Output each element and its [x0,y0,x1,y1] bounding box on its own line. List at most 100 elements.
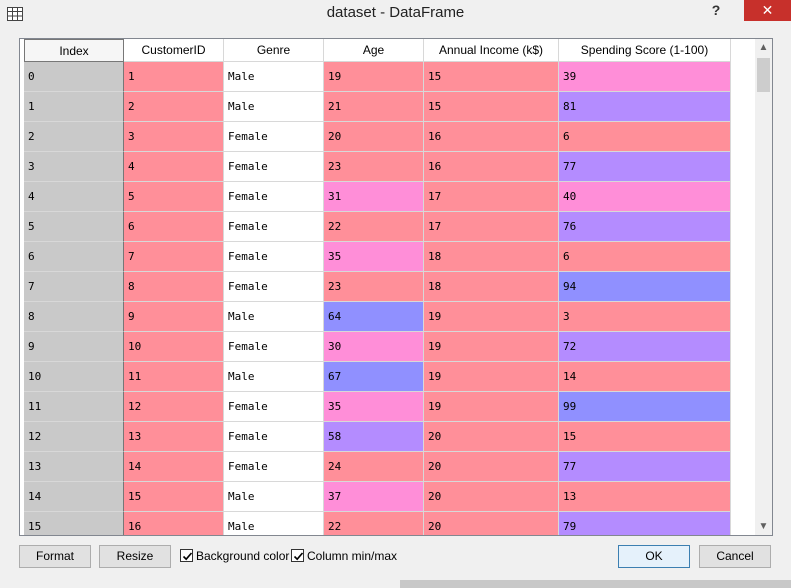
cell-age[interactable]: 22 [324,512,424,535]
cell-index[interactable]: 9 [24,332,124,362]
cell-customerid[interactable]: 2 [124,92,224,122]
cell-index[interactable]: 11 [24,392,124,422]
cell-customerid[interactable]: 16 [124,512,224,535]
cell-index[interactable]: 0 [24,62,124,92]
cell-age[interactable]: 67 [324,362,424,392]
cell-customerid[interactable]: 15 [124,482,224,512]
table-row[interactable]: 7 8 Female 23 18 94 [20,272,755,302]
table-row[interactable]: 11 12 Female 35 19 99 [20,392,755,422]
cell-annual-income[interactable]: 17 [424,212,559,242]
cell-index[interactable]: 13 [24,452,124,482]
cell-annual-income[interactable]: 19 [424,392,559,422]
cell-annual-income[interactable]: 17 [424,182,559,212]
cell-spending-score[interactable]: 13 [559,482,731,512]
cell-age[interactable]: 23 [324,272,424,302]
cell-age[interactable]: 23 [324,152,424,182]
cell-spending-score[interactable]: 81 [559,92,731,122]
cell-annual-income[interactable]: 20 [424,482,559,512]
check-icon[interactable] [291,549,304,562]
table-row[interactable]: 9 10 Female 30 19 72 [20,332,755,362]
cell-spending-score[interactable]: 6 [559,122,731,152]
cell-age[interactable]: 20 [324,122,424,152]
background-color-checkbox[interactable]: Background color [180,548,289,564]
ok-button[interactable]: OK [618,545,690,568]
header-genre[interactable]: Genre [224,39,324,62]
format-button[interactable]: Format [19,545,91,568]
cell-annual-income[interactable]: 18 [424,272,559,302]
cell-genre[interactable]: Female [224,422,324,452]
cell-annual-income[interactable]: 19 [424,302,559,332]
cell-index[interactable]: 10 [24,362,124,392]
cell-spending-score[interactable]: 40 [559,182,731,212]
cell-age[interactable]: 21 [324,92,424,122]
cell-spending-score[interactable]: 99 [559,392,731,422]
cell-annual-income[interactable]: 19 [424,362,559,392]
cell-index[interactable]: 4 [24,182,124,212]
cell-customerid[interactable]: 7 [124,242,224,272]
cell-annual-income[interactable]: 20 [424,422,559,452]
cell-genre[interactable]: Male [224,512,324,535]
cell-annual-income[interactable]: 18 [424,242,559,272]
cell-annual-income[interactable]: 16 [424,152,559,182]
cell-annual-income[interactable]: 16 [424,122,559,152]
cell-genre[interactable]: Male [224,302,324,332]
cell-genre[interactable]: Male [224,362,324,392]
cell-annual-income[interactable]: 20 [424,512,559,535]
table-row[interactable]: 4 5 Female 31 17 40 [20,182,755,212]
close-icon[interactable]: ✕ [744,0,791,21]
header-annual-income[interactable]: Annual Income (k$) [424,39,559,62]
cell-index[interactable]: 12 [24,422,124,452]
table-row[interactable]: 2 3 Female 20 16 6 [20,122,755,152]
check-icon[interactable] [180,549,193,562]
cell-spending-score[interactable]: 72 [559,332,731,362]
column-minmax-checkbox[interactable]: Column min/max [291,548,397,564]
cell-annual-income[interactable]: 19 [424,332,559,362]
cell-customerid[interactable]: 11 [124,362,224,392]
cell-annual-income[interactable]: 15 [424,92,559,122]
resize-button[interactable]: Resize [99,545,171,568]
header-spending-score[interactable]: Spending Score (1-100) [559,39,731,62]
cell-index[interactable]: 1 [24,92,124,122]
cell-customerid[interactable]: 6 [124,212,224,242]
scroll-down-icon[interactable]: ▼ [755,518,772,535]
cell-spending-score[interactable]: 77 [559,152,731,182]
header-customerid[interactable]: CustomerID [124,39,224,62]
cell-age[interactable]: 35 [324,242,424,272]
cell-spending-score[interactable]: 39 [559,62,731,92]
cell-age[interactable]: 35 [324,392,424,422]
cell-spending-score[interactable]: 94 [559,272,731,302]
cell-age[interactable]: 64 [324,302,424,332]
cell-genre[interactable]: Female [224,272,324,302]
cell-customerid[interactable]: 8 [124,272,224,302]
table-row[interactable]: 5 6 Female 22 17 76 [20,212,755,242]
cell-genre[interactable]: Male [224,92,324,122]
cell-spending-score[interactable]: 3 [559,302,731,332]
cell-customerid[interactable]: 12 [124,392,224,422]
cell-index[interactable]: 15 [24,512,124,535]
cell-customerid[interactable]: 4 [124,152,224,182]
table-row[interactable]: 8 9 Male 64 19 3 [20,302,755,332]
header-age[interactable]: Age [324,39,424,62]
cell-spending-score[interactable]: 79 [559,512,731,535]
cell-age[interactable]: 30 [324,332,424,362]
dataframe-grid[interactable]: Index CustomerID Genre Age Annual Income (k$… [19,38,773,536]
cell-customerid[interactable]: 1 [124,62,224,92]
cell-genre[interactable]: Female [224,122,324,152]
cell-index[interactable]: 2 [24,122,124,152]
cell-genre[interactable]: Female [224,152,324,182]
cell-age[interactable]: 19 [324,62,424,92]
cancel-button[interactable]: Cancel [699,545,771,568]
header-index[interactable]: Index [24,39,124,62]
cell-customerid[interactable]: 9 [124,302,224,332]
cell-spending-score[interactable]: 6 [559,242,731,272]
cell-annual-income[interactable]: 20 [424,452,559,482]
cell-genre[interactable]: Male [224,482,324,512]
table-row[interactable]: 1 2 Male 21 15 81 [20,92,755,122]
cell-genre[interactable]: Male [224,62,324,92]
help-icon[interactable]: ? [703,0,729,21]
cell-age[interactable]: 22 [324,212,424,242]
cell-customerid[interactable]: 14 [124,452,224,482]
cell-age[interactable]: 58 [324,422,424,452]
cell-customerid[interactable]: 3 [124,122,224,152]
cell-index[interactable]: 7 [24,272,124,302]
